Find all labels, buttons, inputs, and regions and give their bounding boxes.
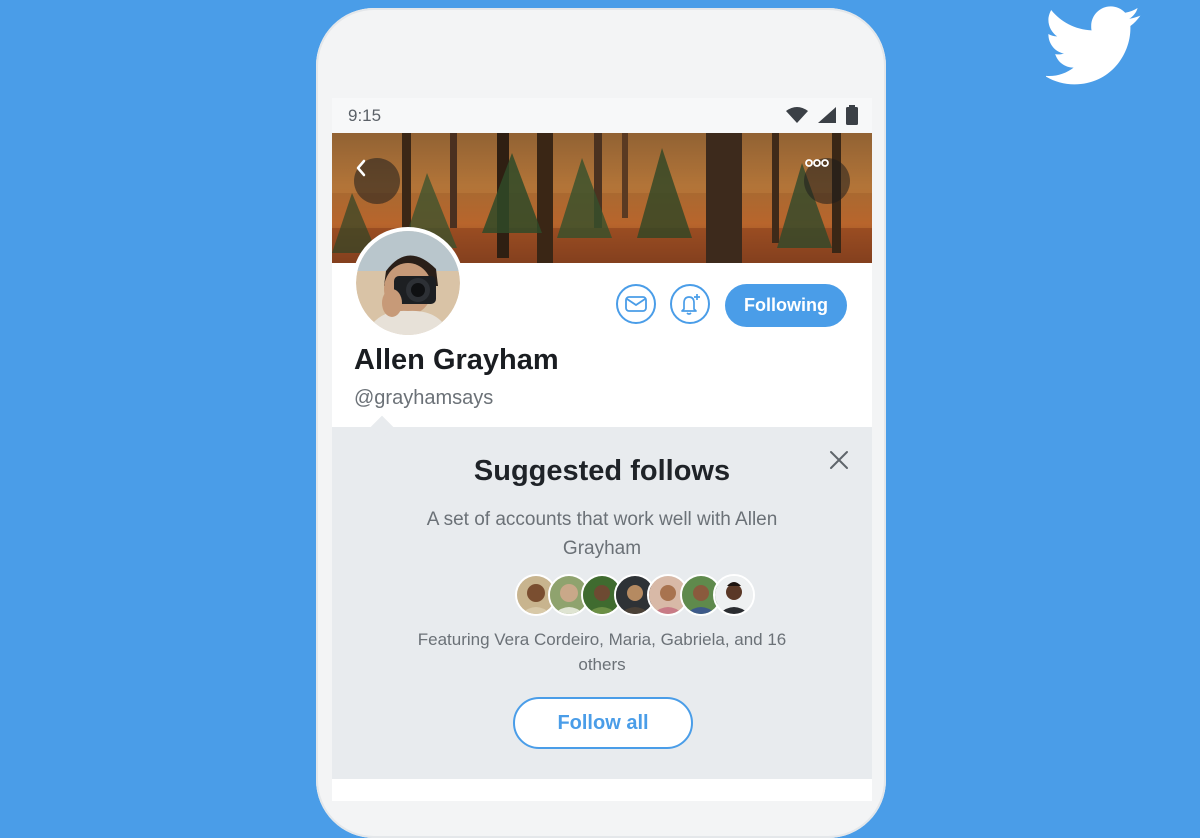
envelope-icon [625, 296, 647, 312]
chevron-left-icon [356, 159, 366, 177]
profile-handle[interactable]: @grayhamsays [354, 387, 493, 410]
notifications-button[interactable] [670, 284, 710, 324]
twitter-bird-icon [1044, 6, 1142, 86]
profile-avatar[interactable] [356, 231, 460, 335]
suggested-follows-card: Suggested follows A set of accounts that… [332, 415, 872, 779]
bell-plus-icon [681, 294, 700, 315]
card-pointer [370, 415, 394, 439]
phone-screen: 9:15 Following Allen Grayham @grayhamsay… [332, 98, 872, 801]
next-section [332, 779, 872, 801]
follow-all-button[interactable]: Follow all [513, 697, 693, 749]
suggested-avatars [515, 574, 755, 616]
featuring-text: Featuring Vera Cordeiro, Maria, Gabriela… [417, 630, 787, 674]
message-button[interactable] [616, 284, 656, 324]
signal-icon [818, 107, 836, 123]
back-button[interactable] [354, 158, 400, 204]
profile-name: Allen Grayham [354, 344, 559, 376]
status-bar: 9:15 [332, 98, 872, 133]
more-dots-icon [805, 159, 829, 167]
more-button[interactable] [804, 158, 850, 204]
card-title: Suggested follows [473, 455, 731, 487]
status-icons [786, 105, 858, 125]
status-time: 9:15 [348, 106, 382, 125]
suggested-avatar [713, 574, 755, 616]
wifi-icon [786, 107, 808, 123]
card-subtitle: A set of accounts that work well with Al… [426, 509, 778, 559]
following-button[interactable]: Following [725, 284, 847, 327]
battery-icon [846, 105, 858, 125]
